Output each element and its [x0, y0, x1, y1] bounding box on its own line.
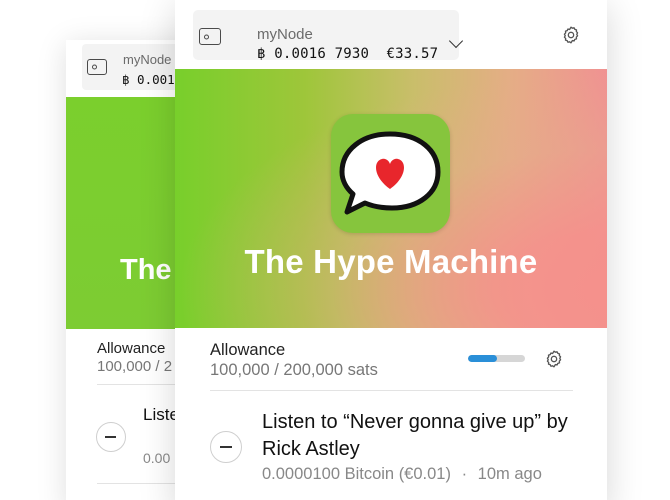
wallet-balance: ฿ 0.0016 7930 €33.57: [257, 46, 438, 62]
settings-gear-icon[interactable]: [561, 25, 581, 45]
chevron-down-icon: [448, 33, 464, 49]
allowance-value: 100,000 / 2: [97, 358, 173, 375]
allowance-progress-fill: [468, 355, 497, 362]
allowance-value: 100,000 / 200,000 sats: [210, 361, 378, 379]
wallet-name: myNode: [257, 26, 313, 43]
divider: [210, 390, 573, 391]
wallet-balance-fiat: €33.57: [386, 46, 439, 62]
transaction-amount: 0.0000100 Bitcoin (€0.01): [262, 465, 451, 483]
publisher-title: The Hype Machine: [244, 243, 538, 280]
wallet-icon: [199, 28, 221, 45]
publisher-app-icon: [331, 114, 450, 233]
allowance-label: Allowance: [97, 340, 166, 357]
meta-separator: ·: [461, 465, 468, 483]
wallet-balance-btc: ฿ 0.0016 7930: [257, 46, 370, 62]
publisher-title: The: [120, 254, 172, 286]
allowance-settings-gear-icon[interactable]: [544, 349, 564, 369]
wallet-name: myNode: [123, 52, 172, 67]
speech-bubble-heart-icon: [339, 131, 441, 215]
allowance-progress-bar: [468, 355, 525, 362]
transaction-time: 10m ago: [477, 465, 542, 483]
wallet-selector[interactable]: myNode ฿ 0.0016: [82, 44, 182, 90]
transaction-meta: 0.0000100 Bitcoin (€0.01) · 10m ago: [262, 465, 542, 484]
wallet-icon: [87, 59, 107, 75]
extension-popup: myNode ฿ 0.0016 7930 €33.57 The Hype Mac…: [175, 0, 607, 500]
transaction-title: Listen to “Never gonna give up” by Rick …: [262, 411, 568, 460]
wallet-selector[interactable]: myNode ฿ 0.0016 7930 €33.57: [193, 10, 464, 62]
publisher-hero: The Hype Machine: [175, 69, 607, 328]
minus-icon: [96, 422, 126, 452]
wallet-balance: ฿ 0.0016: [122, 72, 183, 87]
transaction-meta: 0.00: [143, 450, 171, 466]
minus-icon: [210, 431, 242, 463]
allowance-label: Allowance: [210, 341, 286, 359]
